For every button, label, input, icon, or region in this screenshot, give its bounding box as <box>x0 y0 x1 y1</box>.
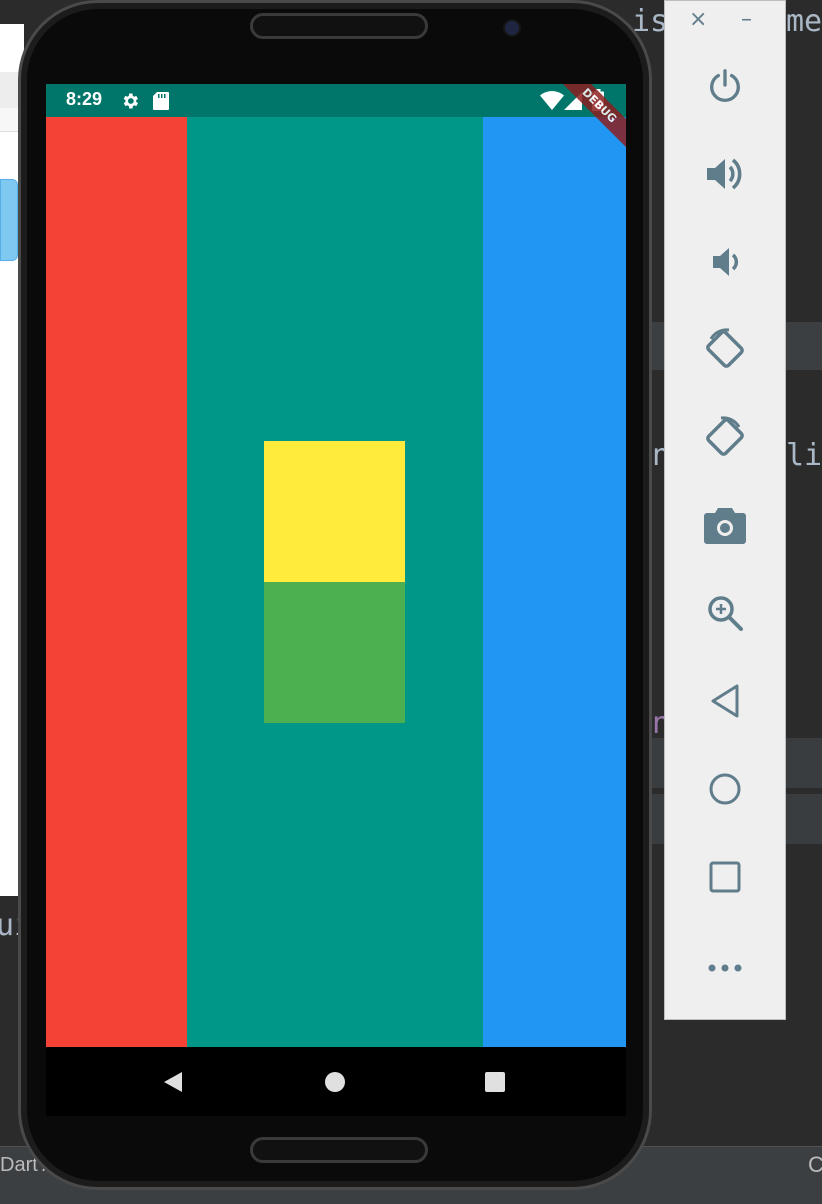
overview-button[interactable] <box>701 855 749 903</box>
screenshot-button[interactable] <box>701 503 749 551</box>
home-circle-icon <box>708 772 742 810</box>
volume-down-button[interactable] <box>701 240 749 288</box>
rotate-right-icon <box>701 413 749 465</box>
back-button[interactable] <box>701 679 749 727</box>
status-time: 8:29 <box>66 89 103 109</box>
zoom-in-icon <box>705 593 745 637</box>
emulator-toolbar: × – <box>664 0 786 1020</box>
home-icon[interactable] <box>324 1071 346 1097</box>
more-button[interactable] <box>701 943 749 991</box>
power-icon <box>706 67 744 109</box>
wifi-icon <box>540 91 564 115</box>
top-speaker <box>250 13 428 39</box>
rotate-left-button[interactable] <box>701 327 749 375</box>
app-body[interactable] <box>46 117 626 1047</box>
red-column <box>46 117 187 1047</box>
panel-tab[interactable] <box>0 179 18 261</box>
rotate-right-button[interactable] <box>701 415 749 463</box>
sd-card-icon <box>152 91 170 115</box>
back-triangle-icon <box>709 683 741 723</box>
back-icon[interactable] <box>162 1071 184 1097</box>
camera-icon <box>704 506 746 548</box>
bottom-speaker <box>250 1137 428 1163</box>
power-button[interactable] <box>701 64 749 112</box>
blue-column <box>483 117 626 1047</box>
code-text: li <box>786 438 822 473</box>
green-box <box>264 582 405 723</box>
status-bar: 8:29 <box>46 84 626 117</box>
recents-icon[interactable] <box>484 1071 506 1097</box>
yellow-box <box>264 441 405 582</box>
home-button[interactable] <box>701 767 749 815</box>
rotate-left-icon <box>701 325 749 377</box>
zoom-button[interactable] <box>701 591 749 639</box>
navigation-bar <box>46 1047 626 1116</box>
volume-down-icon <box>707 244 743 284</box>
volume-up-button[interactable] <box>701 152 749 200</box>
settings-icon <box>120 91 140 115</box>
code-text: me <box>786 4 822 39</box>
close-button[interactable]: × <box>689 7 707 32</box>
square-icon <box>709 861 741 897</box>
volume-up-icon <box>705 155 745 197</box>
minimize-button[interactable]: – <box>741 7 752 32</box>
more-dots-icon <box>707 958 743 977</box>
front-camera <box>505 21 519 35</box>
ide-status-icon: C <box>808 1152 822 1177</box>
device-screen[interactable]: 8:29 DEBUG <box>46 84 626 1116</box>
